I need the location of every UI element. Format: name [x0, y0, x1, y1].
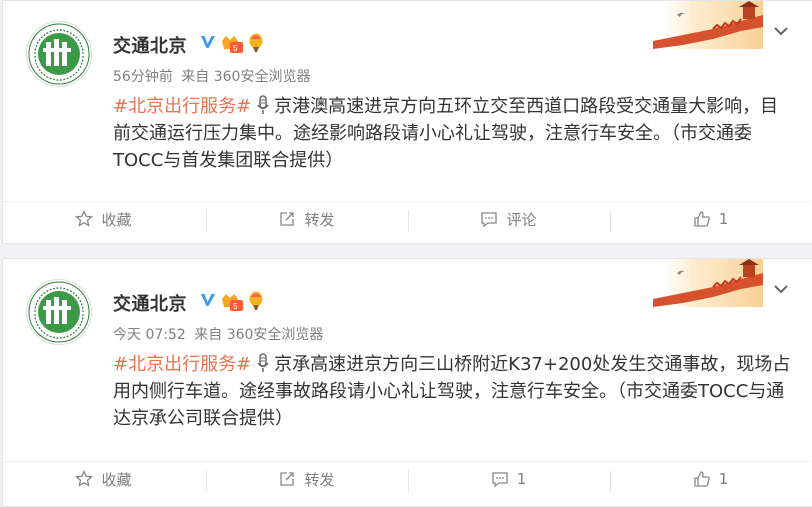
- transport-commission-logo: [28, 281, 90, 343]
- avatar[interactable]: [26, 21, 92, 87]
- vip-badge-icon[interactable]: 5: [219, 291, 245, 313]
- balloon-icon[interactable]: [247, 33, 265, 55]
- microphone-icon: [257, 95, 269, 114]
- star-icon: [75, 470, 94, 487]
- weibo-card: 交通北京 5 56分钟前 来自 360安全浏览器 #北京出行服务# 京港澳高速进…: [2, 0, 812, 244]
- comment-label: 评论: [506, 210, 537, 229]
- post-source: 来自 360安全浏览器: [194, 327, 324, 343]
- repost-label: 转发: [304, 210, 335, 229]
- comment-icon: [492, 472, 508, 488]
- like-count: 1: [718, 470, 729, 488]
- star-icon: [75, 210, 94, 227]
- great-wall-decoration-icon: [653, 1, 763, 49]
- favorite-label: 收藏: [101, 470, 132, 489]
- weibo-card: 交通北京 5 今天 07:52 来自 360安全浏览器 #北京出行服务# 京承高速…: [2, 258, 812, 507]
- post-content: #北京出行服务# 京承高速进京方向三山桥附近K37+200处发生交通事故，现场占用…: [113, 351, 793, 432]
- svg-text:5: 5: [233, 44, 238, 53]
- post-content: #北京出行服务# 京港澳高速进京方向五环立交至西道口路段受交通量大影响，目前交通运…: [113, 93, 793, 174]
- favorite-button[interactable]: 收藏: [3, 202, 204, 236]
- comment-icon: [481, 212, 498, 228]
- favorite-label: 收藏: [101, 210, 132, 229]
- username[interactable]: 交通北京: [113, 32, 187, 58]
- repost-icon: [280, 472, 295, 486]
- post-source: 来自 360安全浏览器: [181, 69, 311, 85]
- like-button[interactable]: 1: [610, 462, 811, 496]
- repost-icon: [280, 212, 295, 226]
- comment-count: 1: [516, 470, 527, 488]
- chevron-down-icon[interactable]: [773, 283, 789, 295]
- repost-label: 转发: [304, 470, 335, 489]
- balloon-icon[interactable]: [247, 291, 265, 313]
- post-time[interactable]: 56分钟前: [113, 69, 173, 85]
- like-count: 1: [718, 210, 729, 228]
- chevron-down-icon[interactable]: [773, 25, 789, 37]
- great-wall-decoration-icon: [653, 259, 763, 307]
- comment-button[interactable]: 1: [408, 462, 609, 496]
- like-button[interactable]: 1: [610, 202, 811, 236]
- microphone-icon: [257, 353, 269, 372]
- repost-button[interactable]: 转发: [206, 462, 407, 496]
- vip-badge-icon[interactable]: 5: [219, 33, 245, 55]
- hashtag-link[interactable]: #北京出行服务#: [113, 96, 251, 117]
- avatar[interactable]: [26, 279, 92, 345]
- verified-v-icon[interactable]: [199, 291, 217, 309]
- hashtag-link[interactable]: #北京出行服务#: [113, 354, 251, 375]
- favorite-button[interactable]: 收藏: [3, 462, 204, 496]
- post-time[interactable]: 今天 07:52: [113, 327, 186, 343]
- action-bar: 收藏 转发 1 1: [3, 461, 811, 496]
- username[interactable]: 交通北京: [113, 290, 187, 316]
- verified-v-icon[interactable]: [199, 33, 217, 51]
- transport-commission-logo: [28, 23, 90, 85]
- post-meta: 今天 07:52 来自 360安全浏览器: [113, 324, 327, 344]
- thumbs-up-icon: [694, 211, 710, 227]
- thumbs-up-icon: [694, 471, 710, 487]
- svg-text:5: 5: [233, 302, 238, 311]
- repost-button[interactable]: 转发: [206, 202, 407, 236]
- action-bar: 收藏 转发 评论 1: [3, 201, 811, 236]
- post-meta: 56分钟前 来自 360安全浏览器: [113, 66, 314, 86]
- comment-button[interactable]: 评论: [408, 202, 609, 236]
